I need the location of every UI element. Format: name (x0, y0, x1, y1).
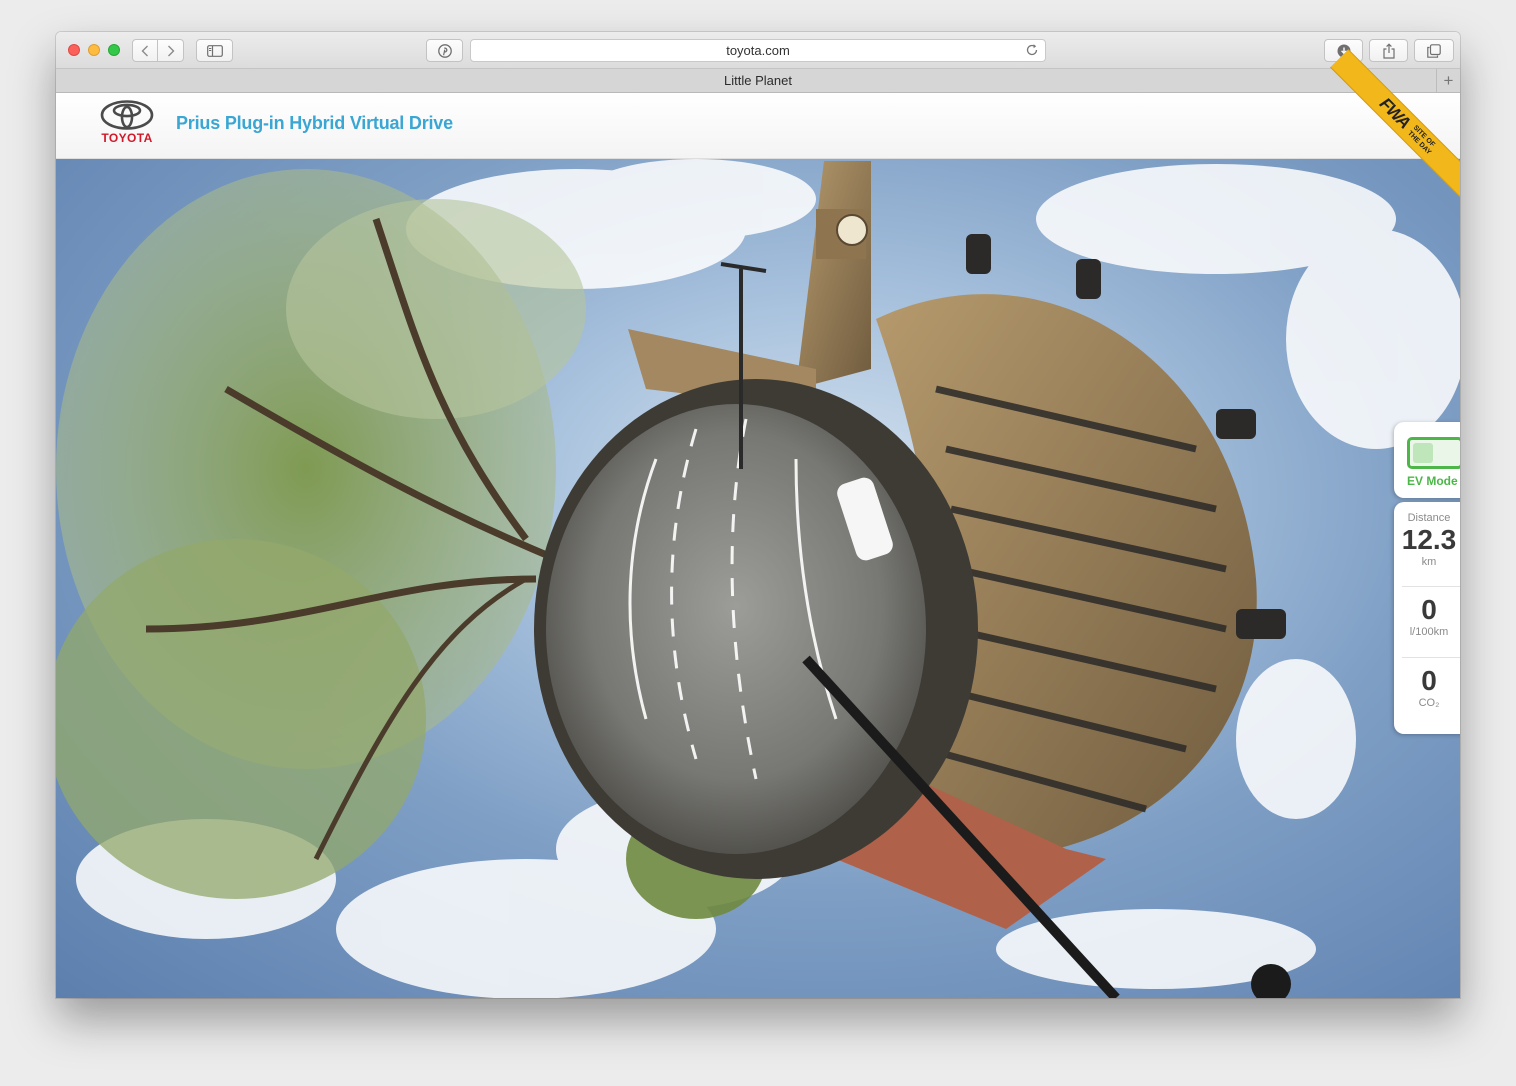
tab-bar: Little Planet + (56, 69, 1460, 93)
toyota-logo[interactable]: TOYOTA (96, 100, 158, 152)
ev-mode-toggle[interactable] (1407, 437, 1460, 469)
address-bar[interactable]: toyota.com (470, 39, 1046, 62)
close-window-button[interactable] (68, 44, 80, 56)
browser-window: toyota.com Little Planet + TOYOTA Prius … (56, 32, 1460, 998)
site-header: TOYOTA Prius Plug-in Hybrid Virtual Driv… (56, 93, 1460, 159)
share-icon (1382, 42, 1395, 59)
minimize-window-button[interactable] (88, 44, 100, 56)
panorama-scene (56, 159, 1460, 998)
ev-mode-label: EV Mode (1407, 474, 1458, 488)
zoom-window-button[interactable] (108, 44, 120, 56)
reload-icon[interactable] (1025, 43, 1039, 57)
stat-divider (1402, 657, 1460, 658)
pinterest-button[interactable] (426, 39, 463, 62)
page-title: Prius Plug-in Hybrid Virtual Drive (176, 113, 453, 133)
fuel-stat: 0 l/100km (1394, 594, 1460, 638)
distance-stat: Distance 12.3 km (1394, 512, 1460, 568)
stats-panel: Distance 12.3 km 0 l/100km 0 CO₂ (1394, 502, 1460, 734)
chevron-right-icon (167, 45, 174, 56)
show-tabs-button[interactable] (1414, 39, 1454, 62)
share-button[interactable] (1369, 39, 1408, 62)
brand-name: TOYOTA (101, 131, 153, 145)
new-tab-button[interactable]: + (1436, 69, 1460, 92)
fuel-unit: l/100km (1409, 626, 1449, 638)
tabs-icon (1427, 43, 1441, 58)
tab-little-planet[interactable]: Little Planet (724, 73, 792, 88)
co2-stat: 0 CO₂ (1394, 665, 1460, 709)
toyota-emblem-icon (100, 100, 154, 130)
distance-unit: km (1421, 556, 1437, 568)
back-button[interactable] (132, 39, 158, 62)
pinterest-icon (437, 43, 452, 58)
browser-toolbar: toyota.com (56, 32, 1460, 69)
distance-label: Distance (1407, 512, 1451, 524)
stat-divider (1402, 586, 1460, 587)
co2-unit: CO₂ (1418, 697, 1440, 709)
co2-value: 0 (1421, 665, 1437, 696)
distance-value: 12.3 (1401, 524, 1457, 555)
chevron-left-icon (141, 45, 148, 56)
url-text: toyota.com (726, 43, 790, 58)
ev-mode-panel[interactable]: EV Mode (1394, 422, 1460, 498)
little-planet-panorama[interactable] (56, 159, 1460, 998)
fuel-value: 0 (1421, 594, 1437, 625)
sidebar-icon (206, 44, 223, 57)
sidebar-button[interactable] (196, 39, 233, 62)
forward-button[interactable] (158, 39, 184, 62)
ev-mode-knob (1413, 443, 1433, 463)
